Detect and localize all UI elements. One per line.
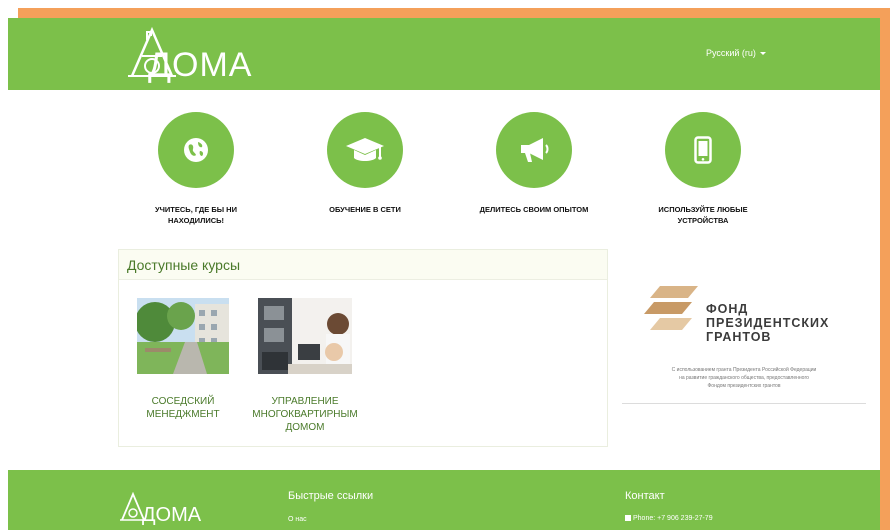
feature-label: ИСПОЛЬЗУЙТЕ ЛЮБЫЕ УСТРОЙСТВА [658,205,748,225]
footer-logo-text: ДОМА [142,504,202,526]
feature-label: ДЕЛИТЕСЬ СВОИМ ОПЫТОМ [479,205,589,214]
course-thumbnail-office [258,298,352,374]
feature-learn-anywhere: УЧИТЕСЬ, ГДЕ БЫ НИ НАХОДИЛИСЬ! [111,112,281,226]
orange-top-border [18,8,880,18]
course-title: СОСЕДСКИЙ МЕНЕДЖМЕНТ [146,396,220,420]
course-card[interactable]: СОСЕДСКИЙ МЕНЕДЖМЕНТ [128,298,238,421]
caret-down-icon [759,52,766,56]
grant-note: С использованием гранта Президента Росси… [671,367,817,389]
quick-links-heading: Быстрые ссылки [288,490,374,502]
page: ДОМА Русский (ru) УЧИТЕСЬ, ГДЕ БЫ НИ НАХ… [0,0,890,530]
logo-text: ДОМА [148,46,253,84]
graduation-cap-icon [346,138,384,161]
grant-title: ФОНД ПРЕЗИДЕНТСКИХ ГРАНТОВ [706,302,830,344]
feature-online-learning: ОБУЧЕНИЕ В СЕТИ [280,112,450,215]
feature-label: ОБУЧЕНИЕ В СЕТИ [329,205,401,214]
phone-text: Phone: +7 906 239-27-79 [633,515,713,522]
presidential-grants-block: ФОНД ПРЕЗИДЕНТСКИХ ГРАНТОВ С использован… [622,268,866,404]
about-link[interactable]: О нас [288,516,307,523]
phone-icon [625,515,631,522]
grant-fund-logo-icon [644,286,698,330]
feature-circle [327,112,403,188]
feature-circle [158,112,234,188]
course-thumbnail-street [135,298,229,374]
feature-any-device: ИСПОЛЬЗУЙТЕ ЛЮБЫЕ УСТРОЙСТВА [618,112,788,226]
feature-share-experience: ДЕЛИТЕСЬ СВОИМ ОПЫТОМ [449,112,619,215]
feature-circle [665,112,741,188]
phone-contact: Phone: +7 906 239-27-79 [625,515,713,522]
feature-label: УЧИТЕСЬ, ГДЕ БЫ НИ НАХОДИЛИСЬ! [154,205,237,225]
megaphone-icon [521,138,549,162]
site-footer: ДОМА Быстрые ссылки О нас Контакт Phone:… [8,470,880,530]
language-dropdown[interactable]: Русский (ru) [706,48,766,58]
contact-heading: Контакт [625,490,665,502]
available-courses-panel: Доступные курсы СОСЕДСКИЙ МЕНЕДЖМЕНТ УПР… [118,249,608,447]
course-title: УПРАВЛЕНИЕ МНОГОКВАРТИРНЫМ ДОМОМ [252,396,358,433]
site-header: ДОМА Русский (ru) [8,18,880,90]
mobile-phone-icon [694,136,712,164]
orange-right-border [880,8,890,530]
course-card[interactable]: УПРАВЛЕНИЕ МНОГОКВАРТИРНЫМ ДОМОМ [250,298,360,434]
feature-circle [496,112,572,188]
globe-icon [184,138,208,162]
site-logo[interactable]: ДОМА [124,24,264,84]
courses-heading: Доступные курсы [119,250,607,280]
language-label: Русский (ru) [706,48,756,58]
